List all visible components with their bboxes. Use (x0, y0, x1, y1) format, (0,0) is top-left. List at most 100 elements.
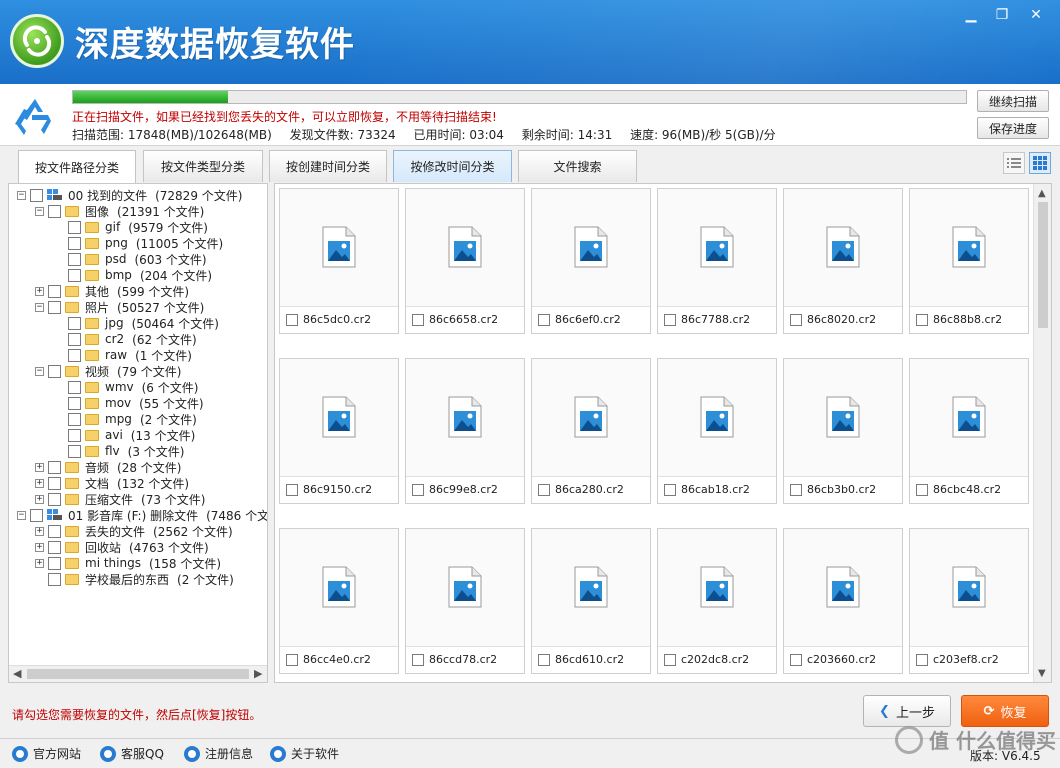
file-thumbnail[interactable] (658, 189, 776, 307)
file-thumbnail[interactable] (658, 359, 776, 477)
scroll-left-icon[interactable]: ◀ (13, 667, 21, 680)
tree-item[interactable]: gif (9579 个文件) (55, 219, 208, 235)
tree-item[interactable]: + 文档 (132 个文件) (35, 475, 189, 491)
tab-file-search[interactable]: 文件搜索 (518, 150, 637, 182)
collapse-icon[interactable]: − (17, 510, 26, 520)
tree-item[interactable]: + 回收站 (4763 个文件) (35, 539, 209, 555)
file-checkbox[interactable] (916, 483, 928, 496)
tree-checkbox[interactable] (68, 332, 81, 346)
file-thumbnail[interactable] (784, 359, 902, 477)
grid-vertical-scrollbar[interactable]: ▲ ▼ (1033, 184, 1051, 682)
file-thumbnail[interactable] (532, 529, 650, 647)
file-thumbnail[interactable] (784, 529, 902, 647)
tree-checkbox[interactable] (48, 204, 61, 218)
tree-checkbox[interactable] (68, 396, 81, 410)
previous-step-button[interactable]: ❮ 上一步 (863, 695, 951, 727)
file-card[interactable]: 86c8020.cr2 (783, 188, 903, 334)
tree-item[interactable]: + 其他 (599 个文件) (35, 283, 189, 299)
grid-scroll-thumb[interactable] (1038, 202, 1048, 328)
file-checkbox[interactable] (790, 653, 802, 666)
scroll-down-icon[interactable]: ▼ (1038, 668, 1046, 679)
file-checkbox[interactable] (538, 653, 550, 666)
about-link[interactable]: 关于软件 (270, 745, 339, 762)
tree-checkbox[interactable] (68, 428, 81, 442)
expand-icon[interactable]: + (35, 478, 44, 488)
scroll-up-icon[interactable]: ▲ (1038, 188, 1046, 199)
tree-item[interactable]: − 照片 (50527 个文件) (35, 299, 204, 315)
tree-checkbox[interactable] (48, 300, 61, 314)
tree-item[interactable]: mov (55 个文件) (55, 395, 204, 411)
tree-checkbox[interactable] (48, 460, 61, 474)
collapse-icon[interactable]: − (35, 206, 44, 216)
grid-view-button[interactable] (1029, 152, 1051, 174)
tree-horizontal-scrollbar[interactable]: ◀ ▶ (9, 665, 267, 682)
file-checkbox[interactable] (664, 483, 676, 496)
tree-item[interactable]: + 音频 (28 个文件) (35, 459, 181, 475)
tree-item[interactable]: png (11005 个文件) (55, 235, 223, 251)
tab-by-created-time[interactable]: 按创建时间分类 (269, 150, 387, 182)
support-qq-link[interactable]: 客服QQ (100, 745, 164, 762)
maximize-button[interactable]: ❐ (988, 4, 1016, 26)
tree-item[interactable]: mpg (2 个文件) (55, 411, 197, 427)
file-card[interactable]: 86c6658.cr2 (405, 188, 525, 334)
file-thumbnail[interactable] (658, 529, 776, 647)
file-card[interactable]: 86c5dc0.cr2 (279, 188, 399, 334)
file-checkbox[interactable] (538, 483, 550, 496)
tree-item[interactable]: + 压缩文件 (73 个文件) (35, 491, 205, 507)
tree-item[interactable]: − 图像 (21391 个文件) (35, 203, 204, 219)
file-card[interactable]: 86ccd78.cr2 (405, 528, 525, 674)
file-checkbox[interactable] (538, 313, 550, 326)
expand-icon[interactable]: + (35, 286, 44, 296)
file-card[interactable]: 86ca280.cr2 (531, 358, 651, 504)
collapse-icon[interactable]: − (35, 302, 44, 312)
tree-item[interactable]: jpg (50464 个文件) (55, 315, 219, 331)
file-card[interactable]: c202dc8.cr2 (657, 528, 777, 674)
expand-icon[interactable]: + (35, 526, 44, 536)
file-checkbox[interactable] (412, 653, 424, 666)
collapse-icon[interactable]: − (35, 366, 44, 376)
expand-icon[interactable]: + (35, 558, 44, 568)
tree-checkbox[interactable] (68, 412, 81, 426)
tree-checkbox[interactable] (48, 476, 61, 490)
tree-checkbox[interactable] (68, 348, 81, 362)
file-card[interactable]: 86c6ef0.cr2 (531, 188, 651, 334)
tree-checkbox[interactable] (68, 380, 81, 394)
minimize-button[interactable]: ▁ (957, 4, 985, 26)
tree-item[interactable]: + mi things (158 个文件) (35, 555, 221, 571)
file-checkbox[interactable] (664, 653, 676, 666)
list-view-button[interactable] (1003, 152, 1025, 174)
expand-icon[interactable]: + (35, 494, 44, 504)
file-thumbnail[interactable] (532, 189, 650, 307)
file-card[interactable]: 86c7788.cr2 (657, 188, 777, 334)
tree-checkbox[interactable] (48, 556, 61, 570)
file-card[interactable]: 86c88b8.cr2 (909, 188, 1029, 334)
tree-checkbox[interactable] (68, 268, 81, 282)
file-card[interactable]: 86c99e8.cr2 (405, 358, 525, 504)
tree-item[interactable]: raw (1 个文件) (55, 347, 192, 363)
tree-checkbox[interactable] (30, 188, 43, 202)
file-checkbox[interactable] (286, 653, 298, 666)
tree-checkbox[interactable] (48, 364, 61, 378)
file-thumbnail[interactable] (280, 189, 398, 307)
tree-item[interactable]: psd (603 个文件) (55, 251, 207, 267)
file-thumbnail[interactable] (406, 359, 524, 477)
file-card[interactable]: c203ef8.cr2 (909, 528, 1029, 674)
file-thumbnail[interactable] (784, 189, 902, 307)
file-thumbnail[interactable] (910, 529, 1028, 647)
tree-checkbox[interactable] (48, 540, 61, 554)
tree-checkbox[interactable] (48, 572, 61, 586)
tree-checkbox[interactable] (48, 492, 61, 506)
file-card[interactable]: 86cc4e0.cr2 (279, 528, 399, 674)
tree-checkbox[interactable] (68, 252, 81, 266)
tree-item[interactable]: bmp (204 个文件) (55, 267, 212, 283)
file-checkbox[interactable] (664, 313, 676, 326)
official-site-link[interactable]: 官方网站 (12, 745, 81, 762)
file-thumbnail[interactable] (532, 359, 650, 477)
tree-item[interactable]: − 01 影音库 (F:) 删除文件 (7486 个文件) (17, 507, 267, 523)
scroll-right-icon[interactable]: ▶ (254, 667, 262, 680)
file-checkbox[interactable] (916, 313, 928, 326)
tree-checkbox[interactable] (68, 220, 81, 234)
tab-by-path[interactable]: 按文件路径分类 (18, 150, 136, 183)
file-card[interactable]: 86cb3b0.cr2 (783, 358, 903, 504)
tab-by-modified-time[interactable]: 按修改时间分类 (393, 150, 512, 182)
